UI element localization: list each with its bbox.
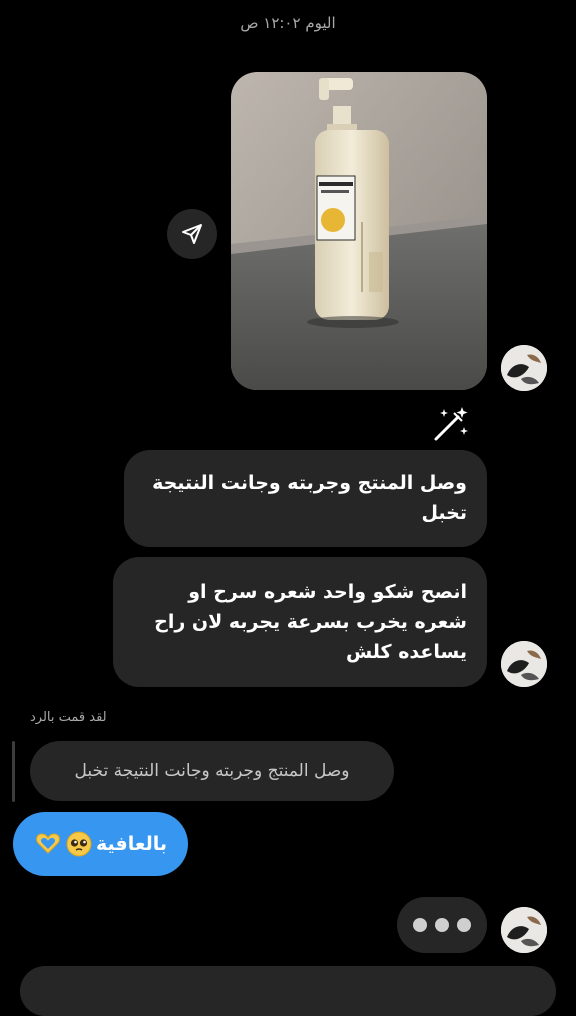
- sent-message[interactable]: بالعافية: [13, 812, 188, 876]
- typing-dot: [435, 918, 449, 932]
- reply-label: لقد قمت بالرد: [30, 710, 107, 725]
- product-photo[interactable]: [231, 72, 487, 390]
- product-photo-image: [231, 72, 487, 390]
- paper-plane-icon: [182, 224, 202, 244]
- timestamp: اليوم ١٢:٠٢ ص: [240, 14, 336, 32]
- share-button[interactable]: [167, 209, 217, 259]
- avatar-image: [501, 641, 547, 687]
- magic-wand-icon[interactable]: [432, 405, 470, 443]
- received-message[interactable]: انصح شكو واحد شعره سرح او شعره يخرب بسرع…: [113, 557, 487, 687]
- sent-message-text: بالعافية: [96, 833, 167, 855]
- avatar[interactable]: [501, 345, 547, 391]
- typing-dot: [457, 918, 471, 932]
- heart-hands-icon: [36, 833, 60, 854]
- reply-indicator-line: [12, 741, 15, 802]
- message-composer[interactable]: [20, 966, 556, 1016]
- avatar[interactable]: [501, 907, 547, 953]
- typing-indicator: [397, 897, 487, 953]
- quoted-message[interactable]: وصل المنتج وجربته وجانت النتيجة تخبل: [30, 741, 394, 801]
- avatar-image: [501, 907, 547, 953]
- typing-dot: [413, 918, 427, 932]
- avatar[interactable]: [501, 641, 547, 687]
- avatar-image: [501, 345, 547, 391]
- pleading-face-icon: [66, 831, 92, 857]
- received-message[interactable]: وصل المنتج وجربته وجانت النتيجة تخبل: [124, 450, 487, 547]
